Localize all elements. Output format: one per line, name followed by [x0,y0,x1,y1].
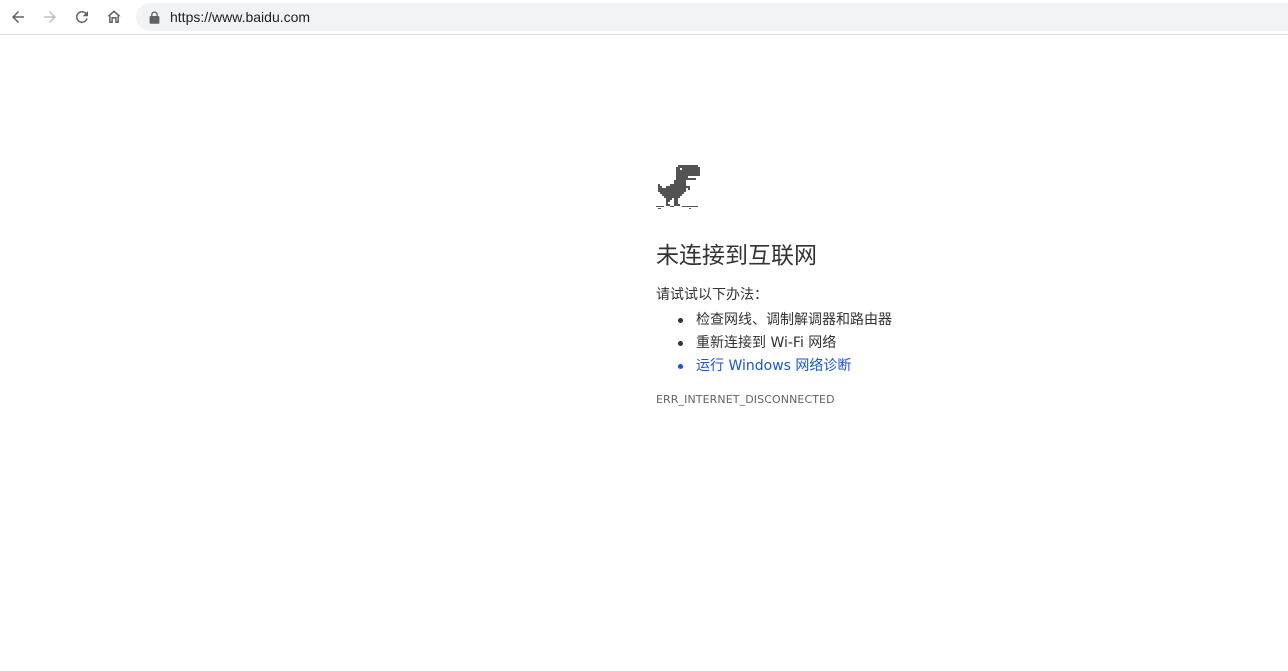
list-item: 重新连接到 Wi-Fi 网络 [678,332,1256,355]
reload-button[interactable] [69,4,95,30]
browser-toolbar: https://www.baidu.com [0,0,1288,35]
error-heading: 未连接到互联网 [656,243,817,269]
reload-icon [76,10,88,23]
arrow-right-icon [44,11,56,23]
suggestions-list: 检查网线、调制解调器和路由器 重新连接到 Wi-Fi 网络 运行 Windows… [656,309,1256,378]
lock-icon[interactable] [148,10,160,24]
home-icon [107,10,121,23]
error-code: ERR_INTERNET_DISCONNECTED [656,393,835,406]
address-bar[interactable]: https://www.baidu.com [136,3,1288,31]
arrow-left-icon [12,11,24,23]
back-button[interactable] [5,4,31,30]
url-text[interactable]: https://www.baidu.com [170,9,310,25]
run-network-diagnostics-link[interactable]: 运行 Windows 网络诊断 [678,355,1256,378]
offline-dinosaur-icon [656,165,700,209]
home-button[interactable] [101,4,127,30]
error-content: 未连接到互联网 请试试以下办法： 检查网线、调制解调器和路由器 重新连接到 Wi… [656,163,1256,407]
list-item: 检查网线、调制解调器和路由器 [678,309,1256,332]
suggestions-intro: 请试试以下办法： [656,287,768,303]
forward-button[interactable] [37,4,63,30]
